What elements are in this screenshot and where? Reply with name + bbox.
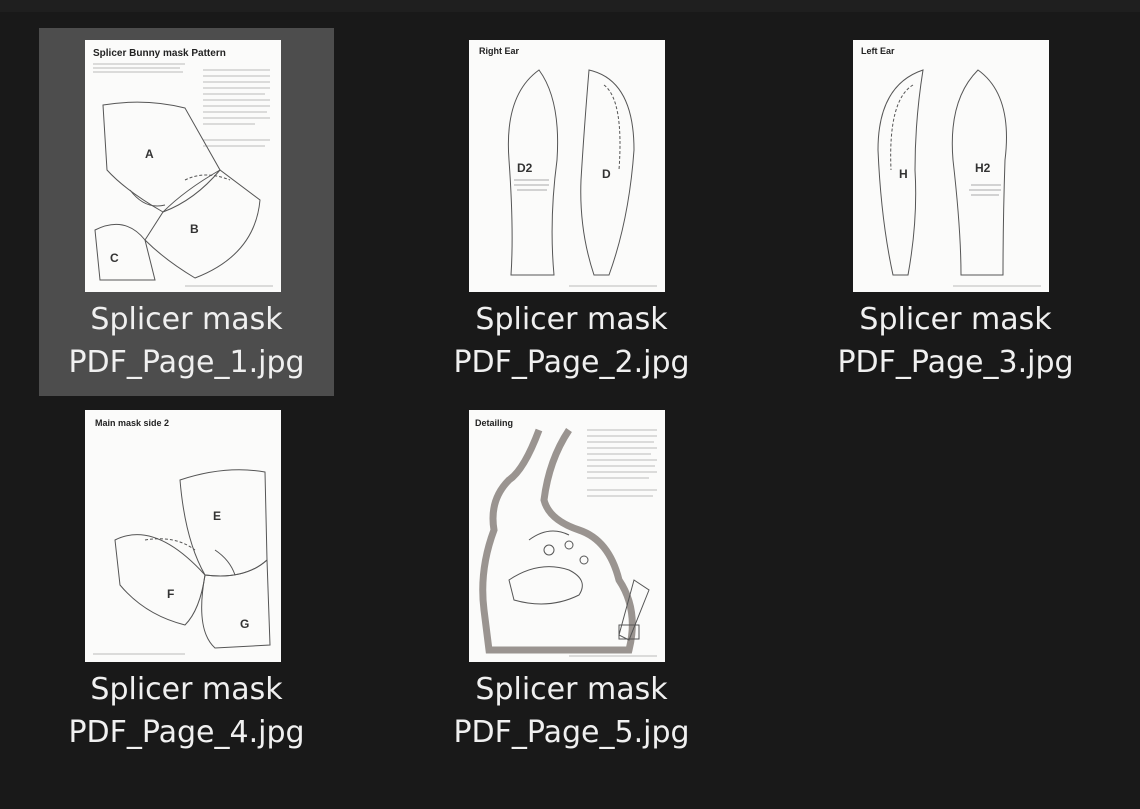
thumb-label-g: G bbox=[240, 617, 249, 631]
file-item-page-1[interactable]: Splicer Bunny mask Pattern A B C Splicer… bbox=[39, 28, 334, 396]
file-thumbnail: Splicer Bunny mask Pattern A B C bbox=[85, 40, 281, 292]
file-name-line-1: Splicer mask bbox=[475, 302, 668, 337]
file-name-line-2: PDF_Page_5.jpg bbox=[453, 715, 690, 750]
file-name: Splicer mask PDF_Page_2.jpg bbox=[424, 298, 719, 384]
thumb-label-h2: H2 bbox=[975, 161, 991, 175]
thumb-label-a: A bbox=[145, 147, 154, 161]
file-name: Splicer mask PDF_Page_1.jpg bbox=[39, 298, 334, 384]
file-name-line-2: PDF_Page_1.jpg bbox=[68, 345, 305, 380]
file-item-page-4[interactable]: Main mask side 2 E F G Splicer mask PDF_… bbox=[39, 398, 334, 766]
thumb-label-c: C bbox=[110, 251, 119, 265]
thumb-title: Main mask side 2 bbox=[95, 418, 169, 428]
thumb-title: Detailing bbox=[475, 418, 513, 428]
thumb-title: Left Ear bbox=[861, 46, 895, 56]
file-thumbnail: Right Ear D2 D bbox=[469, 40, 665, 292]
file-name: Splicer mask PDF_Page_4.jpg bbox=[39, 668, 334, 754]
file-item-page-2[interactable]: Right Ear D2 D Splicer mask PDF_Page_2.j… bbox=[424, 28, 719, 396]
window-top-strip bbox=[0, 0, 1140, 12]
file-name-line-2: PDF_Page_4.jpg bbox=[68, 715, 305, 750]
file-thumbnail: Main mask side 2 E F G bbox=[85, 410, 281, 662]
file-thumbnail: Left Ear H H2 bbox=[853, 40, 1049, 292]
thumb-label-d2: D2 bbox=[517, 161, 533, 175]
file-name: Splicer mask PDF_Page_3.jpg bbox=[808, 298, 1103, 384]
file-name-line-1: Splicer mask bbox=[859, 302, 1052, 337]
thumb-label-d: D bbox=[602, 167, 611, 181]
file-name-line-1: Splicer mask bbox=[90, 672, 283, 707]
file-name-line-1: Splicer mask bbox=[90, 302, 283, 337]
file-name-line-2: PDF_Page_3.jpg bbox=[837, 345, 1074, 380]
file-name-line-2: PDF_Page_2.jpg bbox=[453, 345, 690, 380]
file-thumbnail: Detailing bbox=[469, 410, 665, 662]
thumb-label-h: H bbox=[899, 167, 908, 181]
file-name-line-1: Splicer mask bbox=[475, 672, 668, 707]
thumb-title: Splicer Bunny mask Pattern bbox=[93, 48, 226, 59]
thumb-title: Right Ear bbox=[479, 46, 520, 56]
thumb-label-e: E bbox=[213, 509, 221, 523]
file-name: Splicer mask PDF_Page_5.jpg bbox=[424, 668, 719, 754]
file-item-page-3[interactable]: Left Ear H H2 Splicer mask PDF_Page_3.jp… bbox=[808, 28, 1103, 396]
thumb-label-f: F bbox=[167, 587, 174, 601]
thumb-label-b: B bbox=[190, 222, 199, 236]
file-item-page-5[interactable]: Detailing Splicer mask PDF_Page_5.jpg bbox=[424, 398, 719, 766]
